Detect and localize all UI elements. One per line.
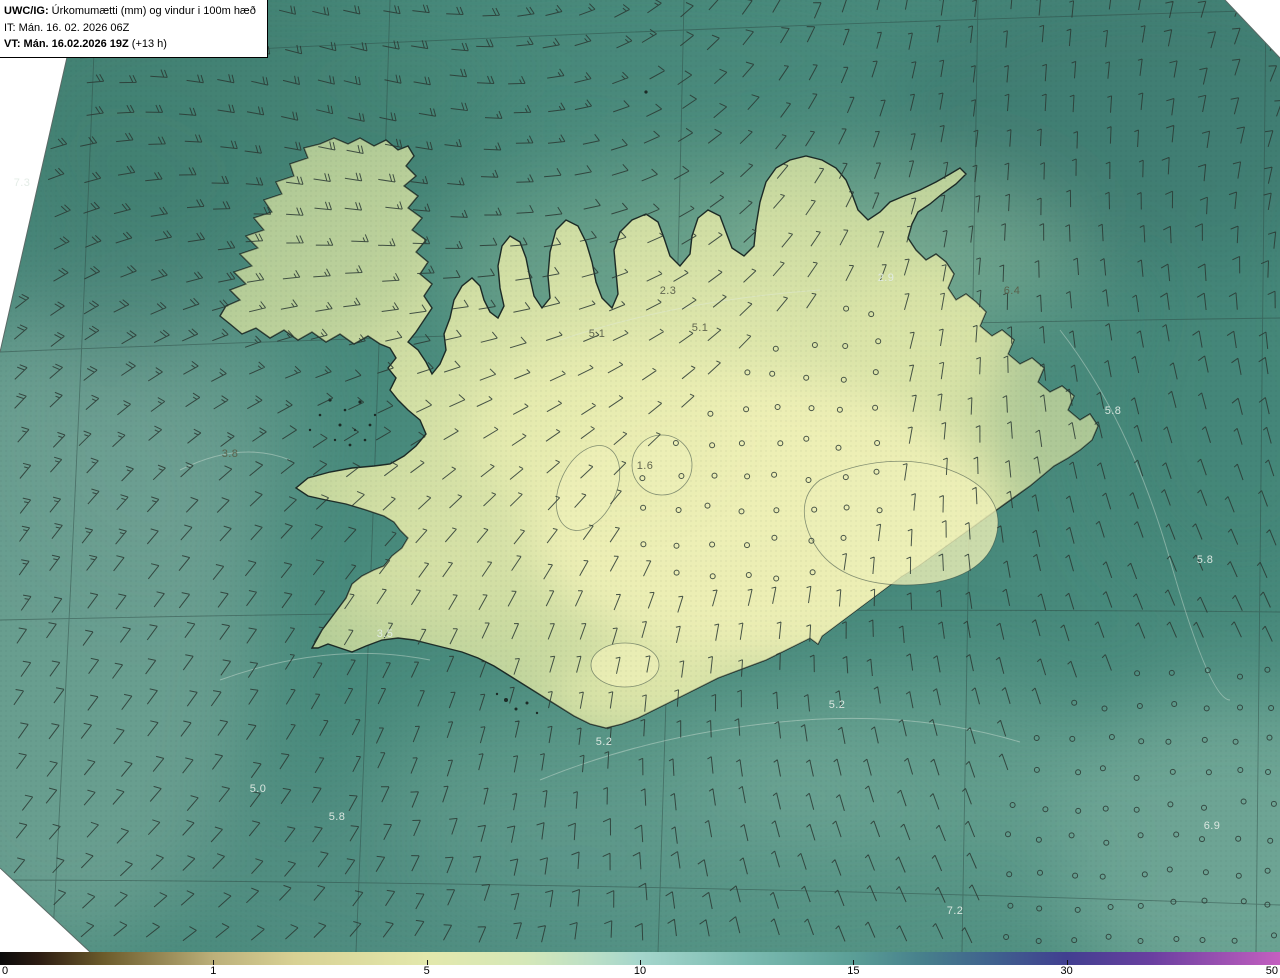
colorbar-tick-label: 50 — [1265, 965, 1278, 977]
map-area: 7.3 2.3 2.9 6.4 5.1 5.1 5.8 3.8 1.6 5.8 3.5 5.2 5.2 5… — [0, 0, 1280, 952]
colorbar-tick-label: 1 — [210, 965, 217, 977]
colorbar-gradient — [0, 952, 1280, 965]
model-name: UWC/IG: — [4, 5, 49, 17]
colorbar-tick-label: 0 — [2, 965, 9, 977]
init-time-line: IT: Mán. 16. 02. 2026 06Z — [4, 20, 258, 37]
colorbar-tick-label: 5 — [423, 965, 430, 977]
colorbar-tick-label: 30 — [1060, 965, 1073, 977]
halftone-texture — [0, 0, 1280, 952]
colorbar-tick-label: 15 — [847, 965, 860, 977]
colorbar-tick-labels: 0 1 5 10 15 30 50 — [0, 965, 1280, 978]
colorbar-tick-label: 10 — [633, 965, 647, 977]
product-title: Úrkomumætti (mm) og vindur i 100m hæð — [48, 5, 256, 17]
weather-map — [0, 0, 1280, 952]
model-title-line: UWC/IG: Úrkomumætti (mm) og vindur i 100… — [4, 3, 258, 20]
valid-offset: (+13 h) — [128, 38, 167, 50]
init-time: IT: Mán. 16. 02. 2026 06Z — [4, 21, 130, 34]
colorbar: 0 1 5 10 15 30 50 — [0, 952, 1280, 978]
forecast-info-box: UWC/IG: Úrkomumætti (mm) og vindur i 100… — [0, 0, 268, 58]
valid-time: VT: Mán. 16.02.2026 19Z — [4, 38, 129, 50]
valid-time-line: VT: Mán. 16.02.2026 19Z (+13 h) — [4, 36, 258, 53]
weather-map-viewport: 7.3 2.3 2.9 6.4 5.1 5.1 5.8 3.8 1.6 5.8 3.5 5.2 5.2 5… — [0, 0, 1280, 978]
